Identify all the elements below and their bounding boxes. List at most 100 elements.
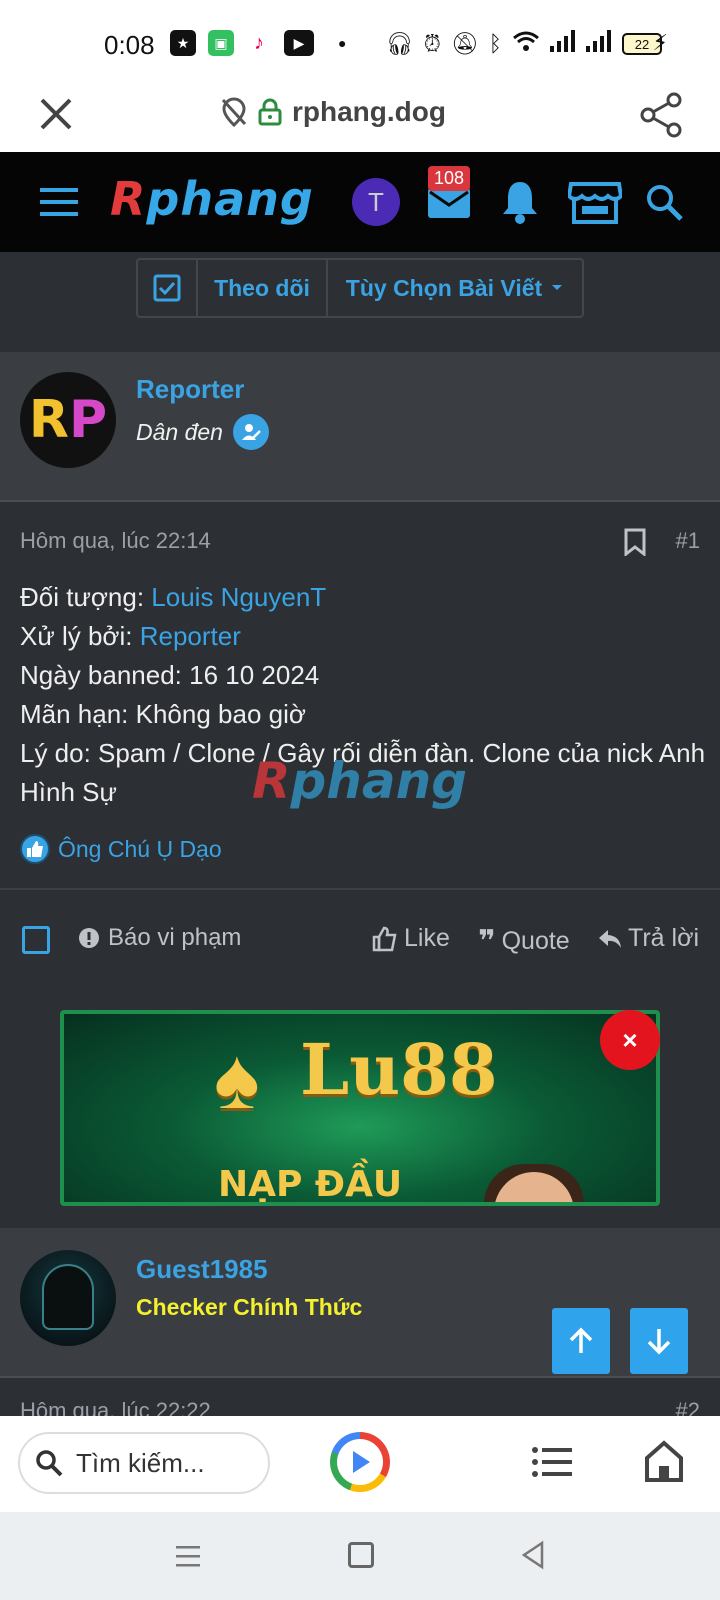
- search-placeholder: Tìm kiếm...: [76, 1447, 205, 1478]
- location-off-icon: [221, 97, 247, 127]
- watermark-text: phang: [290, 752, 468, 810]
- post2-number[interactable]: #2: [676, 1398, 700, 1418]
- media-play-button[interactable]: [330, 1432, 390, 1492]
- close-icon[interactable]: [36, 94, 76, 134]
- quote-label: Quote: [501, 927, 570, 955]
- mail-badge: 108: [428, 166, 471, 191]
- reactions-summary[interactable]: Ông Chú Ụ Dạo: [20, 834, 222, 864]
- scroll-top-button[interactable]: [552, 1308, 610, 1374]
- alarm-icon: ⏰︎: [423, 31, 441, 56]
- menu-icon[interactable]: [40, 186, 78, 218]
- signal-icon-2: [586, 30, 612, 58]
- bell-icon[interactable]: [500, 180, 540, 224]
- browser-search-input[interactable]: Tìm kiếm...: [18, 1432, 270, 1494]
- search-icon[interactable]: [644, 182, 684, 222]
- ad-banner[interactable]: ♠ Lu88 NẠP ĐẦU: [60, 1010, 660, 1206]
- content-line-handler: Xử lý bởi: Reporter: [20, 617, 710, 656]
- post-actions: Báo vi phạm Like ❞ Quote Trả lời: [0, 888, 720, 988]
- thread-options-group: Theo dõi Tùy Chọn Bài Viết: [136, 258, 584, 318]
- liked-by-user[interactable]: Ông Chú Ụ Dạo: [58, 836, 222, 863]
- like-label: Like: [404, 924, 450, 952]
- back-icon[interactable]: [520, 1540, 546, 1570]
- url-display[interactable]: rphang.dog: [220, 96, 446, 128]
- post-options-label: Tùy Chọn Bài Viết: [345, 274, 543, 301]
- author2-title: Checker Chính Thức: [136, 1294, 363, 1320]
- handler-user-link[interactable]: Reporter: [140, 621, 241, 651]
- author-avatar[interactable]: RP: [20, 372, 116, 468]
- logo-text: phang: [146, 172, 314, 226]
- handler-label: Xử lý bởi:: [20, 621, 140, 651]
- browser-bottom-bar: Tìm kiếm...: [0, 1416, 720, 1512]
- spade-icon: ♠: [214, 1031, 260, 1127]
- quote-button[interactable]: ❞ Quote: [478, 924, 570, 959]
- post2-meta: Hôm qua, lúc 22:22 #2: [0, 1378, 720, 1418]
- site-header: Rphang T 108: [0, 152, 720, 252]
- reply-label: Trả lời: [628, 924, 700, 952]
- share-icon[interactable]: [636, 90, 686, 140]
- arrow-down-icon: [647, 1329, 671, 1355]
- home-icon[interactable]: [644, 1440, 684, 1482]
- target-label: Đối tượng:: [20, 582, 152, 612]
- like-button[interactable]: Like: [372, 924, 450, 953]
- alert-icon: [79, 928, 99, 948]
- checkbox-check-icon: [153, 274, 181, 302]
- home-nav-icon[interactable]: [348, 1542, 374, 1568]
- user-avatar[interactable]: T: [352, 178, 400, 226]
- author-title: Dân đen: [136, 414, 269, 450]
- dot-icon: ●: [338, 35, 347, 51]
- notification-icons: ★ ▣ ♪ ▶ ●: [170, 30, 346, 56]
- status-bar: 0:08 ★ ▣ ♪ ▶ ● 🎧︎ ⏰︎ 🔕︎ ᛒ 22 ⚡︎: [0, 0, 720, 80]
- post-author-card: RP Reporter Dân đen: [0, 352, 720, 502]
- post-number[interactable]: #1: [676, 528, 700, 554]
- thread-options-bar: Theo dõi Tùy Chọn Bài Viết: [0, 252, 720, 344]
- thumbs-up-outline-icon: [372, 926, 397, 951]
- search-icon: [36, 1450, 63, 1477]
- recent-apps-icon[interactable]: [174, 1542, 202, 1570]
- logo-r: R: [110, 172, 147, 226]
- avatar-r: R: [28, 390, 69, 450]
- star-app-icon: ★: [170, 30, 196, 56]
- content-line-target: Đối tượng: Louis NguyenT: [20, 578, 710, 617]
- scroll-bottom-button[interactable]: [630, 1308, 688, 1374]
- shop-app-icon: ▣: [208, 30, 234, 56]
- watermark-r: R: [252, 752, 291, 810]
- follow-button[interactable]: Theo dõi: [198, 260, 328, 316]
- store-icon[interactable]: [568, 180, 622, 224]
- reply-icon: [599, 929, 621, 948]
- author2-name[interactable]: Guest1985: [136, 1254, 268, 1285]
- tiktok-icon: ♪: [246, 30, 272, 56]
- post-options-dropdown[interactable]: Tùy Chọn Bài Viết: [328, 260, 582, 316]
- author-name[interactable]: Reporter: [136, 374, 244, 405]
- mute-icon: 🔕︎: [450, 31, 479, 56]
- content-line-expiry: Mãn hạn: Không bao giờ: [20, 699, 306, 729]
- post-body: Hôm qua, lúc 22:14 #1 Đối tượng: Louis N…: [0, 502, 720, 888]
- avatar-p: P: [68, 390, 108, 450]
- url-text: rphang.dog: [292, 96, 446, 127]
- author-title-text: Dân đen: [136, 418, 223, 445]
- charging-icon: ⚡︎: [652, 30, 668, 55]
- tabs-list-icon[interactable]: [532, 1446, 572, 1478]
- select-all-button[interactable]: [138, 260, 198, 316]
- verified-user-icon: [232, 414, 269, 450]
- bluetooth-icon: ᛒ: [488, 31, 502, 56]
- site-logo[interactable]: Rphang: [110, 172, 314, 226]
- arrow-up-icon: [569, 1327, 593, 1353]
- quote-icon: ❞: [478, 925, 496, 958]
- wifi-icon: [512, 30, 540, 58]
- report-button[interactable]: Báo vi phạm: [78, 924, 241, 952]
- post-date[interactable]: Hôm qua, lúc 22:14: [20, 528, 211, 554]
- post2-date[interactable]: Hôm qua, lúc 22:22: [20, 1398, 211, 1418]
- caret-down-icon: [552, 285, 563, 290]
- play-icon: [337, 1439, 383, 1485]
- reply-button[interactable]: Trả lời: [598, 924, 699, 953]
- thumbs-up-icon: [20, 834, 50, 864]
- ad-brand: Lu88: [300, 1028, 498, 1111]
- hooded-figure-icon: [42, 1264, 94, 1330]
- ad-close-button[interactable]: ×: [600, 1010, 660, 1070]
- select-post-checkbox[interactable]: [22, 926, 50, 954]
- target-user-link[interactable]: Louis NguyenT: [151, 582, 326, 612]
- headphones-icon: 🎧︎: [385, 31, 414, 56]
- youtube-icon: ▶: [284, 30, 314, 56]
- author2-avatar[interactable]: [20, 1250, 116, 1346]
- bookmark-icon[interactable]: [624, 528, 646, 556]
